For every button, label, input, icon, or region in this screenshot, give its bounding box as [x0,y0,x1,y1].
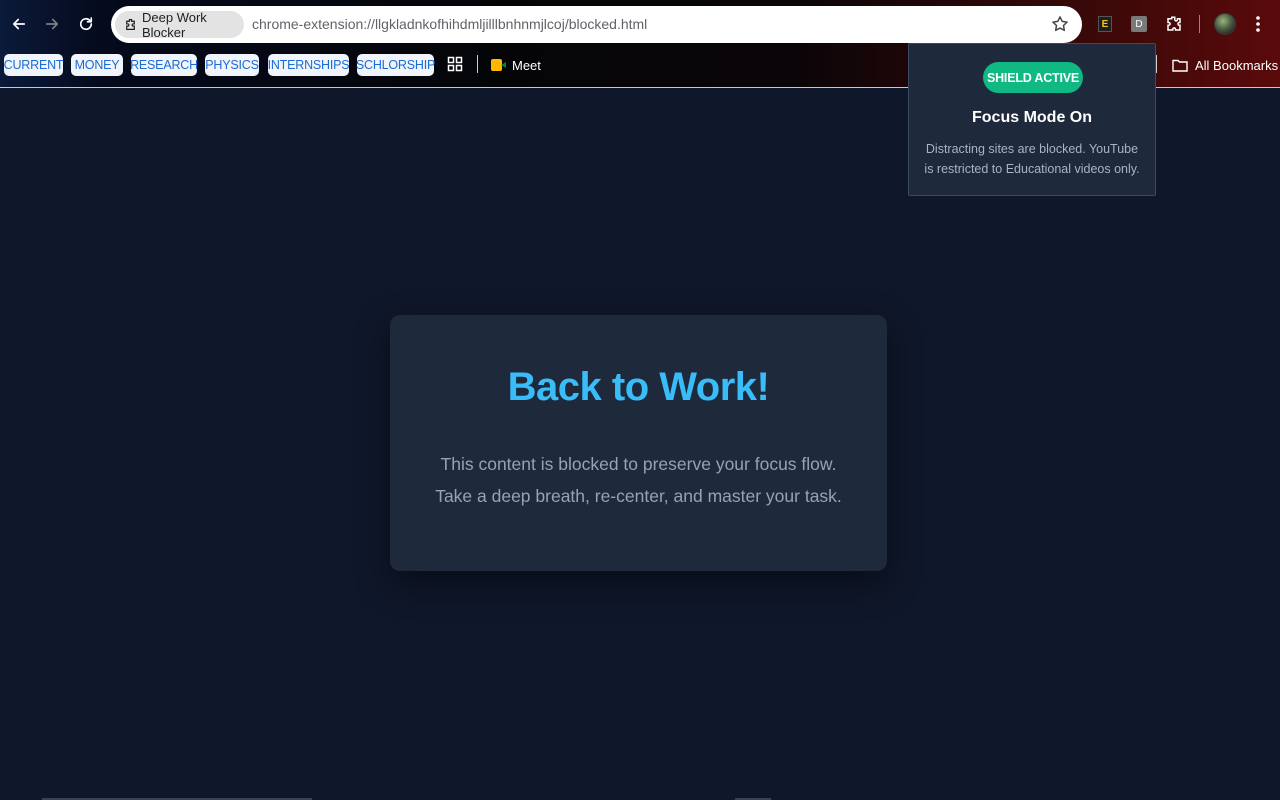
extension-d-button[interactable]: D [1128,13,1150,35]
popup-title: Focus Mode On [972,109,1092,126]
folder-icon [1172,59,1188,72]
arrow-right-icon [45,18,59,30]
extension-e-button[interactable]: E [1094,13,1116,35]
bookmark-current[interactable]: CURRENT [4,54,64,76]
back-button[interactable] [5,10,33,38]
bookmark-meet-label: Meet [512,57,541,73]
forward-button[interactable] [38,10,66,38]
extension-popup: SHIELD ACTIVE Focus Mode On Distracting … [908,43,1156,196]
site-info-chip[interactable]: Deep Work Blocker [115,9,244,40]
url-text[interactable]: chrome-extension://llgkladnkofhihdmljill… [252,16,647,32]
bookmark-physics[interactable]: PHYSICS [205,54,259,76]
more-vertical-icon [1256,16,1260,32]
extensions-menu-button[interactable] [1163,13,1185,35]
bookmark-meet[interactable]: Meet [491,56,541,74]
blocked-description: This content is blocked to preserve your… [435,454,842,506]
blocked-message-card: Back to Work! This content is blocked to… [390,315,887,571]
site-chip-label: Deep Work Blocker [142,9,207,40]
popup-description: Distracting sites are blocked. YouTube i… [924,142,1140,176]
bookmark-schlorship[interactable]: SCHLORSHIP [356,54,435,76]
arrow-left-icon [12,18,26,30]
shield-status-badge: SHIELD ACTIVE [983,62,1083,93]
bookmark-money[interactable]: MONEY [71,54,123,76]
bookmark-internships[interactable]: INTERNSHIPS [268,54,350,76]
blocked-title: Back to Work! [507,365,770,409]
address-bar[interactable]: Deep Work Blocker chrome-extension://llg… [111,6,1082,43]
reload-icon [79,17,93,31]
profile-avatar[interactable] [1214,13,1236,35]
puzzle-icon [1167,16,1181,31]
bookmarks-divider-right [1156,55,1157,73]
toolbar-divider [1199,15,1200,33]
extension-e-icon: E [1098,16,1112,32]
extension-puzzle-icon [126,19,135,30]
browser-menu-button[interactable] [1250,13,1266,35]
bookmark-research[interactable]: RESEARCH [130,54,198,76]
apps-grid-icon[interactable] [447,56,463,72]
all-bookmarks-button[interactable]: All Bookmarks [1172,56,1278,74]
extension-d-icon: D [1131,16,1147,32]
bookmarks-divider [477,55,478,73]
all-bookmarks-label: All Bookmarks [1195,57,1279,73]
meet-icon [491,59,506,71]
reload-button[interactable] [72,10,100,38]
bookmark-star-icon[interactable] [1050,14,1070,34]
